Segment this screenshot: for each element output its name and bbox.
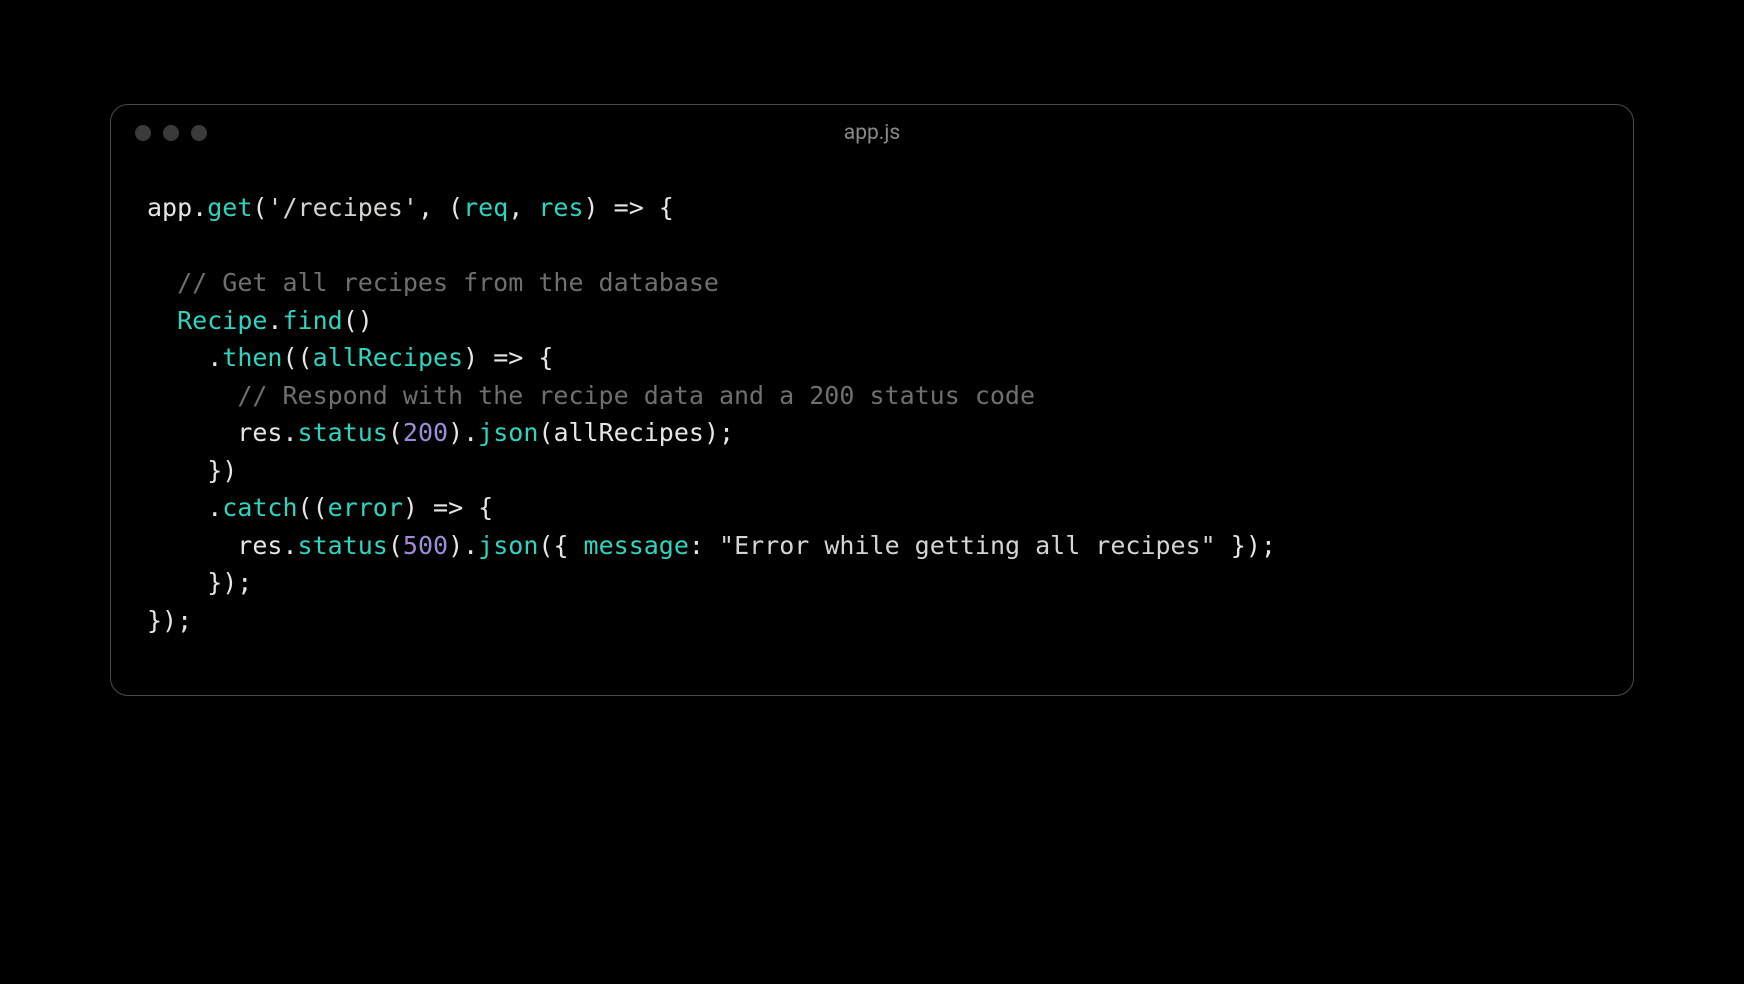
code-token: ). [448, 531, 478, 560]
code-token: => [433, 493, 463, 522]
code-token: : [689, 531, 719, 560]
code-token: => [493, 343, 523, 372]
maximize-icon[interactable] [191, 125, 207, 141]
code-token: json [478, 531, 538, 560]
code-token: { [644, 193, 674, 222]
code-token: }) [147, 456, 237, 485]
code-token: ( [252, 193, 267, 222]
code-token: ) [403, 493, 433, 522]
code-token: then [222, 343, 282, 372]
code-editor[interactable]: app.get('/recipes', (req, res) => { // G… [111, 161, 1633, 695]
code-token: // Get all recipes from the database [177, 268, 719, 297]
code-token: => [614, 193, 644, 222]
code-token: allRecipes [313, 343, 464, 372]
code-token: '/recipes' [267, 193, 418, 222]
code-token: // Respond with the recipe data and a 20… [237, 381, 1035, 410]
code-token: }); [147, 568, 252, 597]
code-token: () [343, 306, 373, 335]
code-token: ). [448, 418, 478, 447]
code-token: get [207, 193, 252, 222]
code-token: . [282, 418, 297, 447]
code-token: (( [282, 343, 312, 372]
code-token: find [282, 306, 342, 335]
code-token: , ( [418, 193, 463, 222]
code-token: res [538, 193, 583, 222]
code-token: ) [584, 193, 614, 222]
code-token: . [282, 531, 297, 560]
code-window: app.js app.get('/recipes', (req, res) =>… [110, 104, 1634, 696]
code-token: "Error while getting all recipes" [719, 531, 1216, 560]
code-token: ( [388, 418, 403, 447]
code-token [147, 268, 177, 297]
code-token: app [147, 193, 192, 222]
code-token: status [298, 531, 388, 560]
minimize-icon[interactable] [163, 125, 179, 141]
code-token: status [298, 418, 388, 447]
code-token: . [192, 193, 207, 222]
code-token: res [147, 418, 282, 447]
code-token: . [147, 343, 222, 372]
code-token: json [478, 418, 538, 447]
code-token: ({ [538, 531, 583, 560]
window-title: app.js [111, 121, 1633, 145]
code-token: . [267, 306, 282, 335]
code-token: ) [463, 343, 493, 372]
code-token: ( [388, 531, 403, 560]
code-token: 200 [403, 418, 448, 447]
code-token: catch [222, 493, 297, 522]
code-token: { [523, 343, 553, 372]
code-token: . [147, 493, 222, 522]
code-token: (( [298, 493, 328, 522]
code-token: }); [147, 606, 192, 635]
code-token: (allRecipes); [538, 418, 734, 447]
code-token: { [463, 493, 493, 522]
code-token: Recipe [177, 306, 267, 335]
code-token: res [147, 531, 282, 560]
code-token [147, 381, 237, 410]
code-token: error [328, 493, 403, 522]
code-token [147, 306, 177, 335]
code-token: , [508, 193, 538, 222]
code-token: }); [1216, 531, 1276, 560]
code-token: req [463, 193, 508, 222]
code-token: 500 [403, 531, 448, 560]
window-titlebar: app.js [111, 105, 1633, 161]
traffic-lights [135, 125, 207, 141]
code-token: message [584, 531, 689, 560]
close-icon[interactable] [135, 125, 151, 141]
